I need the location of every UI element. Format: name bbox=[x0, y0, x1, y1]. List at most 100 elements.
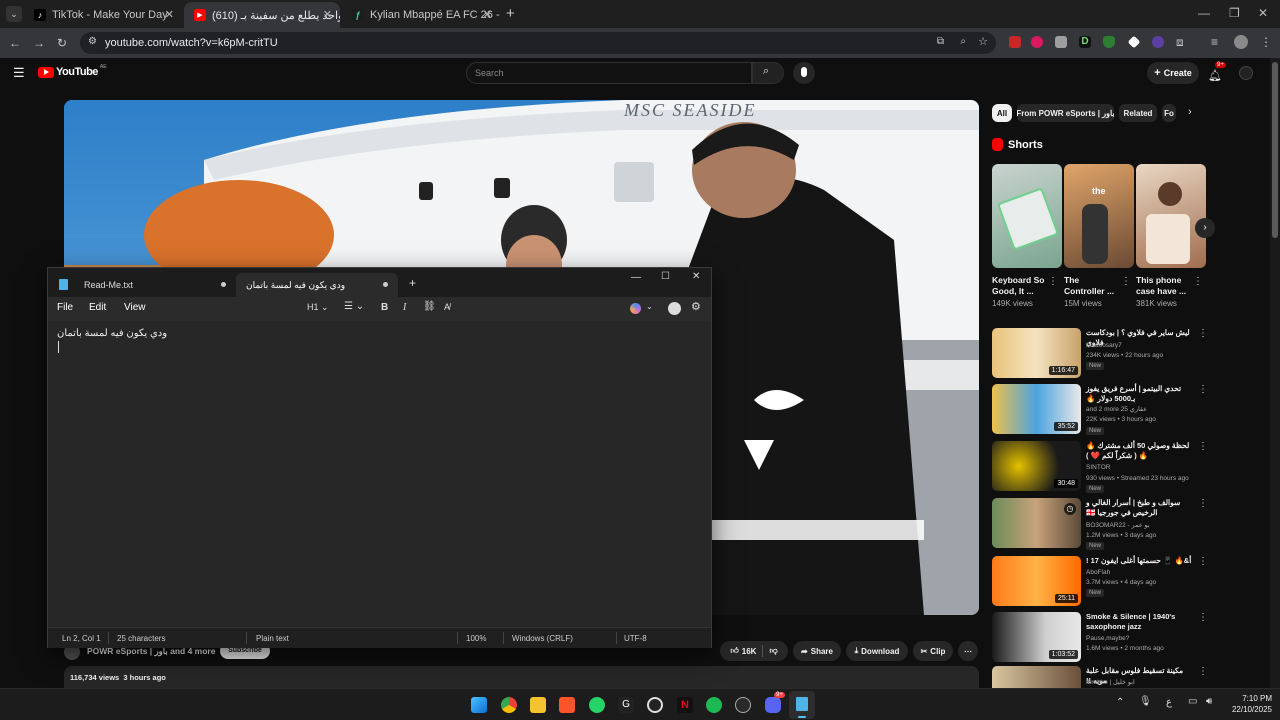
share-button[interactable]: ➦ Share bbox=[793, 641, 841, 661]
copilot-dropdown-icon[interactable]: ⌄ bbox=[646, 302, 653, 311]
chip-all[interactable]: All bbox=[992, 104, 1012, 122]
extension-diamond-icon[interactable] bbox=[1127, 35, 1141, 49]
video-thumbnail[interactable]: 1:16:47 bbox=[992, 328, 1081, 378]
maximize-icon[interactable]: ☐ bbox=[661, 271, 670, 282]
video-channel[interactable]: Ibrahim | ابو خليل bbox=[1086, 678, 1196, 687]
video-channel[interactable]: BO3OMAR22 - بو عمر bbox=[1086, 521, 1196, 530]
browser-tab-tiktok[interactable]: ♪ TikTok - Make Your Day ✕ bbox=[24, 2, 182, 28]
video-thumbnail[interactable] bbox=[992, 666, 1081, 688]
extension-eye-icon[interactable] bbox=[1152, 36, 1164, 48]
minimize-icon[interactable]: — bbox=[631, 272, 641, 283]
scrollbar-thumb[interactable] bbox=[1272, 62, 1278, 238]
create-button[interactable]: + Create bbox=[1147, 62, 1199, 84]
copilot-icon[interactable] bbox=[630, 303, 641, 314]
input-language[interactable]: ع bbox=[1166, 697, 1172, 708]
list-icon[interactable]: ☰ ⌄ bbox=[344, 301, 364, 312]
clear-formatting-icon[interactable]: A̸ bbox=[444, 302, 450, 312]
tab-search-button[interactable]: ⌄ bbox=[6, 6, 22, 22]
extensions-puzzle-icon[interactable]: ⧈ bbox=[1176, 35, 1184, 49]
video-menu-icon[interactable]: ⋮ bbox=[1198, 328, 1208, 339]
new-tab-button[interactable]: + bbox=[506, 5, 515, 22]
video-thumbnail[interactable]: 30:48 bbox=[992, 441, 1081, 491]
zoom-icon[interactable]: ⌕ bbox=[960, 36, 966, 47]
notepad-window[interactable]: Read-Me.txt ودي يكون فيه لمسة باتمان + —… bbox=[47, 267, 712, 648]
close-tab-icon[interactable]: ✕ bbox=[165, 8, 174, 21]
description-box[interactable]: 116,734 views 3 hours ago bbox=[64, 666, 979, 688]
back-icon[interactable]: ← bbox=[9, 36, 21, 50]
clip-button[interactable]: ✂ Clip bbox=[913, 641, 953, 661]
forward-icon[interactable]: → bbox=[33, 36, 45, 50]
hamburger-menu-icon[interactable]: ☰ bbox=[13, 65, 25, 81]
short-title[interactable]: The Controller ... bbox=[1064, 275, 1120, 297]
extension-grid-icon[interactable] bbox=[1055, 36, 1067, 48]
start-menu-icon[interactable] bbox=[471, 697, 487, 713]
like-button[interactable]: 👍︎ 16K bbox=[730, 646, 756, 656]
close-icon[interactable]: ✕ bbox=[692, 271, 700, 282]
notepad-tab-readme[interactable]: Read-Me.txt bbox=[74, 273, 234, 297]
video-menu-icon[interactable]: ⋮ bbox=[1198, 441, 1208, 452]
video-channel[interactable]: and 2 more عقاري 25 bbox=[1086, 405, 1196, 414]
download-button[interactable]: ⤓ Download bbox=[846, 641, 908, 661]
browser-tab-ea-fc[interactable]: ƒ Kylian Mbappé EA FC 26 - 91 - ✕ bbox=[342, 2, 500, 28]
menu-view[interactable]: View bbox=[124, 302, 146, 313]
show-hidden-icons-icon[interactable]: ⌃ bbox=[1116, 697, 1124, 708]
search-button[interactable]: ⌕ bbox=[752, 62, 784, 84]
chrome-icon[interactable] bbox=[501, 697, 517, 713]
microphone-tray-icon[interactable]: 🎙︎ bbox=[1139, 696, 1152, 707]
account-icon[interactable] bbox=[668, 302, 681, 315]
italic-icon[interactable]: I bbox=[403, 302, 406, 313]
profile-avatar[interactable] bbox=[1234, 35, 1248, 49]
close-tab-icon[interactable]: ✕ bbox=[323, 8, 332, 21]
page-scrollbar[interactable] bbox=[1270, 58, 1280, 688]
capcut-icon[interactable]: G bbox=[618, 697, 634, 713]
install-app-icon[interactable]: ⧉ bbox=[937, 36, 944, 47]
video-menu-icon[interactable]: ⋮ bbox=[1198, 666, 1208, 677]
close-tab-icon[interactable]: ✕ bbox=[483, 8, 492, 21]
reading-list-icon[interactable]: ≡ bbox=[1211, 35, 1218, 49]
video-channel[interactable]: Madoosary7 bbox=[1086, 341, 1196, 350]
video-channel[interactable]: SINTOR bbox=[1086, 463, 1196, 472]
whatsapp-icon[interactable] bbox=[589, 697, 605, 713]
short-menu-icon[interactable]: ⋮ bbox=[1048, 276, 1058, 287]
short-menu-icon[interactable]: ⋮ bbox=[1121, 276, 1131, 287]
chip-more[interactable]: Fo bbox=[1162, 104, 1176, 122]
video-title[interactable]: Smoke & Silence | 1940's saxophone jazz bbox=[1086, 612, 1196, 632]
short-title[interactable]: This phone case have ... bbox=[1136, 275, 1192, 297]
short-thumbnail[interactable] bbox=[1136, 164, 1206, 268]
thumbs-down-icon[interactable]: 👎︎ bbox=[769, 646, 777, 656]
video-thumbnail[interactable]: 35:52 bbox=[992, 384, 1081, 434]
restore-window-icon[interactable]: ❐ bbox=[1229, 6, 1240, 20]
video-thumbnail[interactable]: 25:11 bbox=[992, 556, 1081, 606]
obs-icon[interactable] bbox=[647, 697, 663, 713]
video-thumbnail[interactable]: 1:03:52 bbox=[992, 612, 1081, 662]
file-explorer-icon[interactable] bbox=[530, 697, 546, 713]
video-title[interactable]: سوالف و طبخ | أسرار الغالي و الرخيص في ج… bbox=[1086, 498, 1196, 518]
address-bar[interactable]: ⚙ youtube.com/watch?v=k6pM-critTU ⧉ ⌕ ☆ bbox=[80, 32, 996, 54]
menu-file[interactable]: File bbox=[57, 302, 73, 313]
settings-gear-icon[interactable]: ⚙ bbox=[691, 300, 701, 313]
extension-shield-icon[interactable] bbox=[1103, 36, 1115, 48]
short-thumbnail[interactable] bbox=[992, 164, 1062, 268]
notepad-text-area[interactable]: ودي يكون فيه لمسة باتمان bbox=[48, 321, 711, 627]
short-menu-icon[interactable]: ⋮ bbox=[1193, 276, 1203, 287]
network-icon[interactable]: ▭ bbox=[1188, 696, 1197, 707]
youtube-logo[interactable]: YouTube AE bbox=[38, 64, 107, 78]
chips-next-icon[interactable]: › bbox=[1188, 106, 1192, 118]
discord-icon[interactable]: 9+ bbox=[765, 692, 785, 713]
notepad-taskbar-icon[interactable] bbox=[789, 691, 815, 719]
watch-later-icon[interactable]: ◷ bbox=[1064, 503, 1076, 515]
more-actions-button[interactable]: ⋯ bbox=[958, 641, 978, 661]
netflix-icon[interactable]: N bbox=[677, 697, 693, 713]
menu-edit[interactable]: Edit bbox=[89, 302, 106, 313]
video-title[interactable]: أ&🔥 📱 حسمتها أغلى ايفون 17 ! bbox=[1086, 556, 1196, 566]
spotify-icon[interactable] bbox=[706, 697, 722, 713]
video-title[interactable]: لحظة وصولي 50 ألف مشترك 🔥🔥 ( شكراً لكم ❤… bbox=[1086, 441, 1196, 461]
browser-tab-youtube[interactable]: ▶ آخر واحد يطلع من سفينة بـ (610) ✕ bbox=[184, 2, 340, 28]
video-menu-icon[interactable]: ⋮ bbox=[1198, 612, 1208, 623]
bold-icon[interactable]: B bbox=[381, 302, 388, 313]
extension-red-icon[interactable] bbox=[1009, 36, 1021, 48]
steam-icon[interactable] bbox=[735, 697, 751, 713]
new-tab-plus-icon[interactable]: + bbox=[409, 276, 416, 290]
extension-d-icon[interactable]: D bbox=[1079, 36, 1091, 48]
search-input[interactable]: Search bbox=[466, 62, 752, 84]
